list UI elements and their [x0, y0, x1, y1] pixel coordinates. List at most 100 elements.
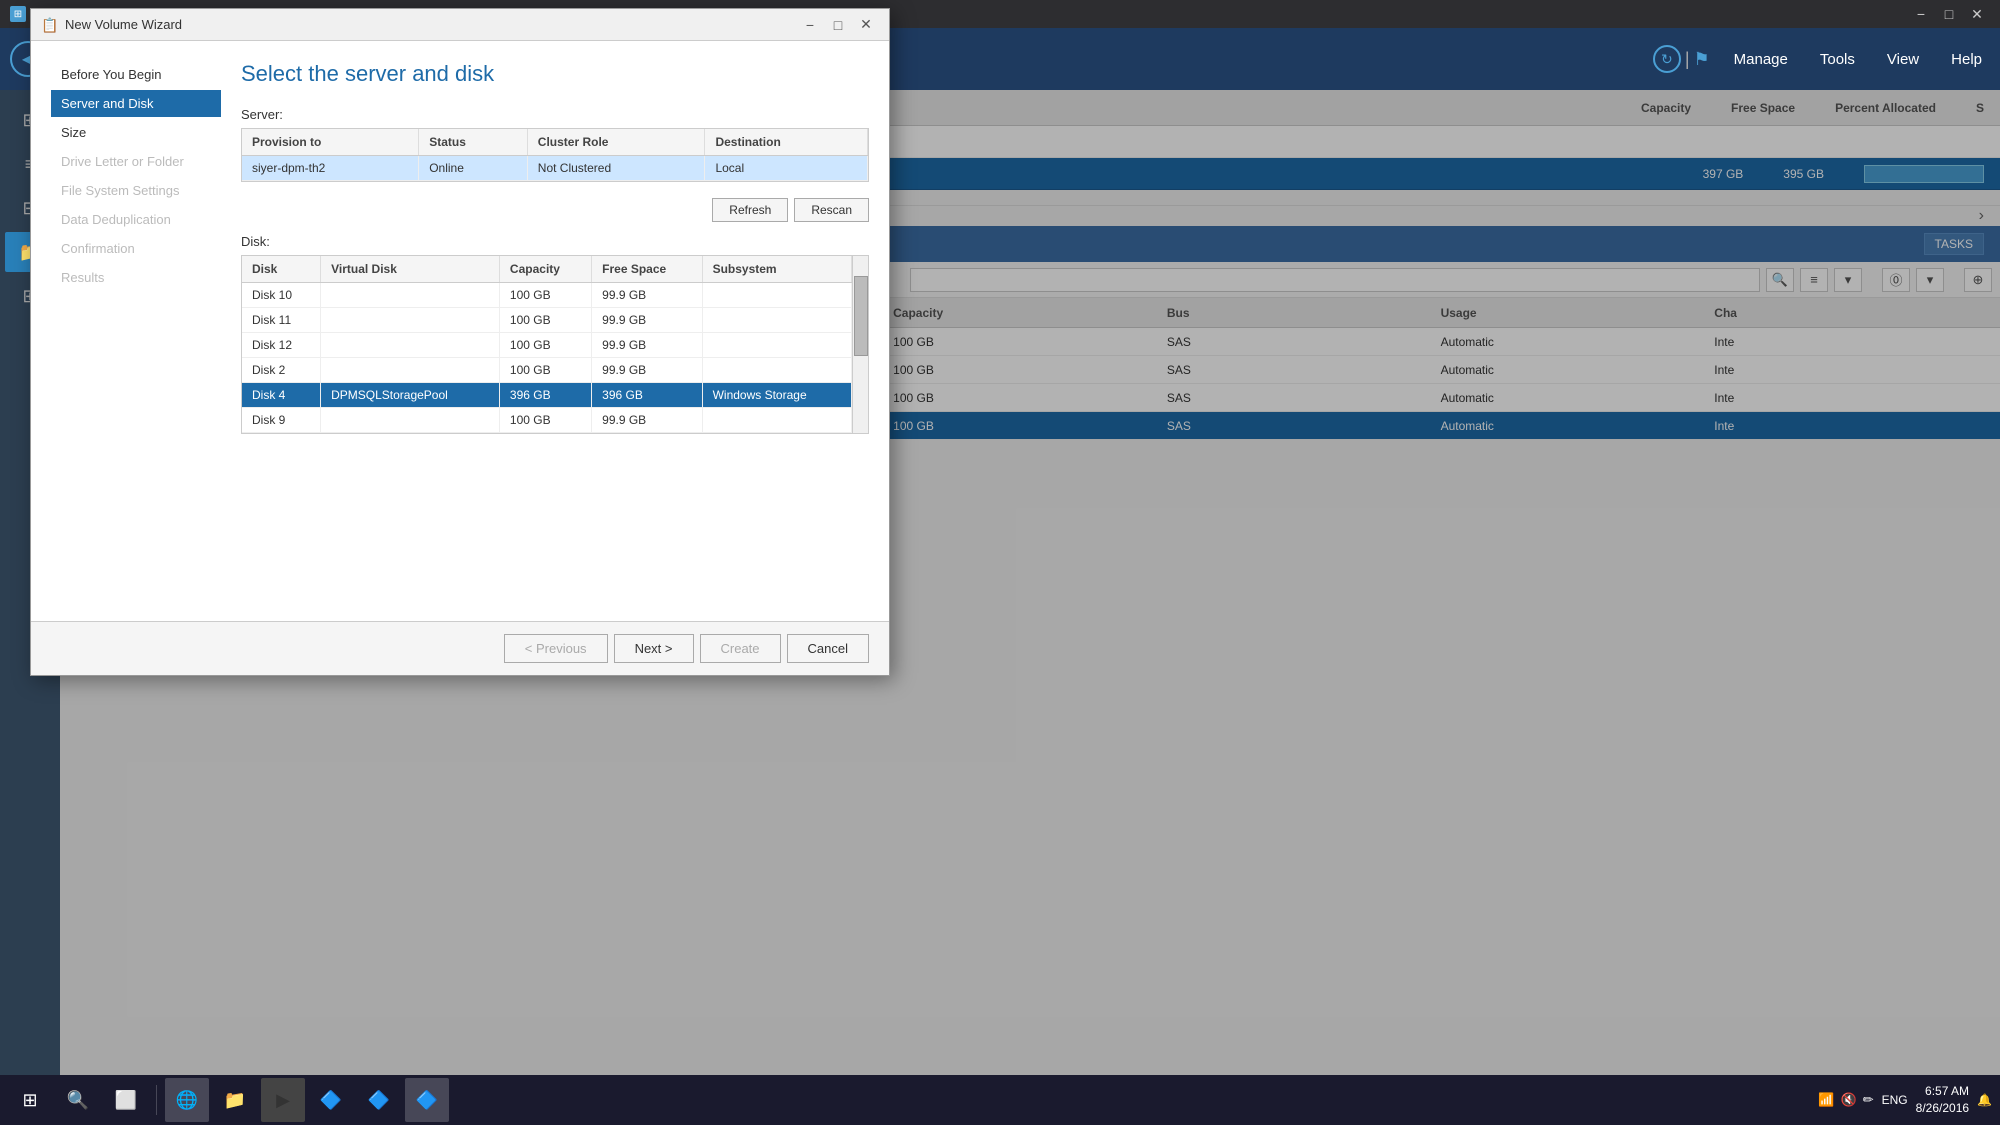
disk-table-row[interactable]: Disk 2 100 GB99.9 GB [242, 358, 852, 383]
taskbar-right-area: 📶 🔇 ✏ ENG 6:57 AM 8/26/2016 🔔 [1818, 1083, 1992, 1117]
wizard-step-data-deduplication: Data Deduplication [51, 206, 221, 233]
dialog-title: New Volume Wizard [65, 17, 182, 32]
disk-cell-subsystem [702, 408, 851, 433]
dialog-close-btn[interactable]: ✕ [853, 14, 879, 36]
disk-cell-virtual_disk [321, 333, 500, 358]
disk-cell-capacity: 100 GB [499, 333, 591, 358]
disk-table-header: DiskVirtual DiskCapacityFree SpaceSubsys… [242, 256, 852, 283]
disk-col-free-space: Free Space [592, 256, 702, 283]
disk-col-capacity: Capacity [499, 256, 591, 283]
dialog-footer: < Previous Next > Create Cancel [31, 621, 889, 675]
dialog-body: Before You BeginServer and DiskSizeDrive… [31, 41, 889, 621]
new-volume-wizard-dialog: 📋 New Volume Wizard − □ ✕ Before You Beg… [30, 8, 890, 676]
disk-col-virtual-disk: Virtual Disk [321, 256, 500, 283]
manage-menu[interactable]: Manage [1726, 47, 1796, 72]
language-indicator[interactable]: ENG [1882, 1093, 1908, 1107]
previous-button[interactable]: < Previous [504, 634, 608, 663]
dialog-window-controls: − □ ✕ [797, 14, 879, 36]
disk-cell-disk: Disk 2 [242, 358, 321, 383]
server-table: Provision toStatusCluster RoleDestinatio… [242, 129, 868, 181]
disk-table-row[interactable]: Disk 11100 GB99.9 GB [242, 308, 852, 333]
help-menu[interactable]: Help [1943, 47, 1990, 72]
disk-cell-virtual_disk [321, 308, 500, 333]
app2-taskbar-btn[interactable]: 🔷 [357, 1078, 401, 1122]
server-cell-cluster_role: Not Clustered [527, 156, 705, 181]
disk-section-label: Disk: [241, 234, 869, 249]
clock-time: 6:57 AM [1916, 1083, 1969, 1100]
disk-cell-disk: Disk 9 [242, 408, 321, 433]
notification-icon[interactable]: 🔔 [1977, 1093, 1992, 1107]
disk-cell-disk: Disk 12 [242, 333, 321, 358]
maximize-button[interactable]: □ [1936, 4, 1962, 24]
server-table-row[interactable]: siyer-dpm-th2OnlineNot ClusteredLocal [242, 156, 868, 181]
server-col-cluster-role: Cluster Role [527, 129, 705, 156]
rescan-button[interactable]: Rescan [794, 198, 869, 222]
explorer-taskbar-btn[interactable]: 📁 [213, 1078, 257, 1122]
wizard-step-before-you-begin[interactable]: Before You Begin [51, 61, 221, 88]
server-col-status: Status [419, 129, 528, 156]
app1-taskbar-btn[interactable]: 🔷 [309, 1078, 353, 1122]
server-table-header: Provision toStatusCluster RoleDestinatio… [242, 129, 868, 156]
flag-icon[interactable]: ⚑ [1694, 49, 1710, 70]
cmd-taskbar-btn[interactable]: ▶ [261, 1078, 305, 1122]
dialog-minimize-btn[interactable]: − [797, 14, 823, 36]
create-button[interactable]: Create [700, 634, 781, 663]
disk-cell-free_space: 99.9 GB [592, 308, 702, 333]
server-col-provision-to: Provision to [242, 129, 419, 156]
cancel-button[interactable]: Cancel [787, 634, 869, 663]
disk-cell-virtual_disk [321, 283, 500, 308]
disk-cell-free_space: 99.9 GB [592, 333, 702, 358]
pen-icon[interactable]: ✏ [1863, 1092, 1874, 1108]
ie-taskbar-btn[interactable]: 🌐 [165, 1078, 209, 1122]
disk-cell-disk: Disk 11 [242, 308, 321, 333]
disk-scrollbar[interactable] [852, 256, 868, 433]
disk-cell-free_space: 396 GB [592, 383, 702, 408]
system-tray: 📶 🔇 ✏ [1818, 1092, 1873, 1108]
app3-taskbar-btn[interactable]: 🔷 [405, 1078, 449, 1122]
close-button[interactable]: ✕ [1964, 4, 1990, 24]
next-button[interactable]: Next > [614, 634, 694, 663]
disk-cell-free_space: 99.9 GB [592, 408, 702, 433]
dialog-maximize-btn[interactable]: □ [825, 14, 851, 36]
tools-menu[interactable]: Tools [1812, 47, 1863, 72]
disk-cell-subsystem: Windows Storage [702, 383, 851, 408]
disk-cell-subsystem [702, 333, 851, 358]
disk-cell-capacity: 100 GB [499, 358, 591, 383]
network-icon[interactable]: 📶 [1818, 1092, 1834, 1108]
minimize-button[interactable]: − [1908, 4, 1934, 24]
disk-table-row[interactable]: Disk 10100 GB99.9 GB [242, 283, 852, 308]
disk-cell-disk: Disk 10 [242, 283, 321, 308]
disk-table-row[interactable]: Disk 4DPMSQLStoragePool396 GB396 GBWindo… [242, 383, 852, 408]
disk-table-row[interactable]: Disk 9100 GB99.9 GB [242, 408, 852, 433]
disk-scrollbar-thumb[interactable] [854, 276, 868, 356]
volume-mute-icon[interactable]: 🔇 [1841, 1092, 1857, 1108]
task-view-btn[interactable]: ⬜ [104, 1078, 148, 1122]
refresh-button[interactable]: Refresh [712, 198, 788, 222]
disk-table-body: Disk 10100 GB99.9 GBDisk 11100 GB99.9 GB… [242, 283, 852, 433]
refresh-button[interactable]: ↻ [1653, 45, 1681, 73]
wizard-step-results: Results [51, 264, 221, 291]
server-col-destination: Destination [705, 129, 868, 156]
server-action-buttons: RefreshRescan [241, 198, 869, 222]
view-menu[interactable]: View [1879, 47, 1927, 72]
wizard-page-title: Select the server and disk [241, 61, 869, 87]
dialog-titlebar: 📋 New Volume Wizard − □ ✕ [31, 9, 889, 41]
wizard-step-size[interactable]: Size [51, 119, 221, 146]
clock-date: 8/26/2016 [1916, 1100, 1969, 1117]
disk-cell-disk: Disk 4 [242, 383, 321, 408]
disk-cell-subsystem [702, 283, 851, 308]
disk-cell-free_space: 99.9 GB [592, 358, 702, 383]
time-display[interactable]: 6:57 AM 8/26/2016 [1916, 1083, 1969, 1117]
disk-cell-subsystem [702, 358, 851, 383]
disk-cell-free_space: 99.9 GB [592, 283, 702, 308]
taskbar: ⊞ 🔍 ⬜ 🌐 📁 ▶ 🔷 🔷 🔷 📶 🔇 ✏ ENG 6:57 AM 8/26… [0, 1075, 2000, 1125]
nav-separator: | [1685, 49, 1690, 70]
disk-table-row[interactable]: Disk 12 100 GB99.9 GB [242, 333, 852, 358]
taskbar-separator [156, 1085, 157, 1115]
wizard-step-drive-letter-or-folder: Drive Letter or Folder [51, 148, 221, 175]
search-taskbar-btn[interactable]: 🔍 [56, 1078, 100, 1122]
wizard-step-server-and-disk[interactable]: Server and Disk [51, 90, 221, 117]
start-button[interactable]: ⊞ [8, 1078, 52, 1122]
wizard-step-confirmation: Confirmation [51, 235, 221, 262]
disk-cell-virtual_disk [321, 408, 500, 433]
